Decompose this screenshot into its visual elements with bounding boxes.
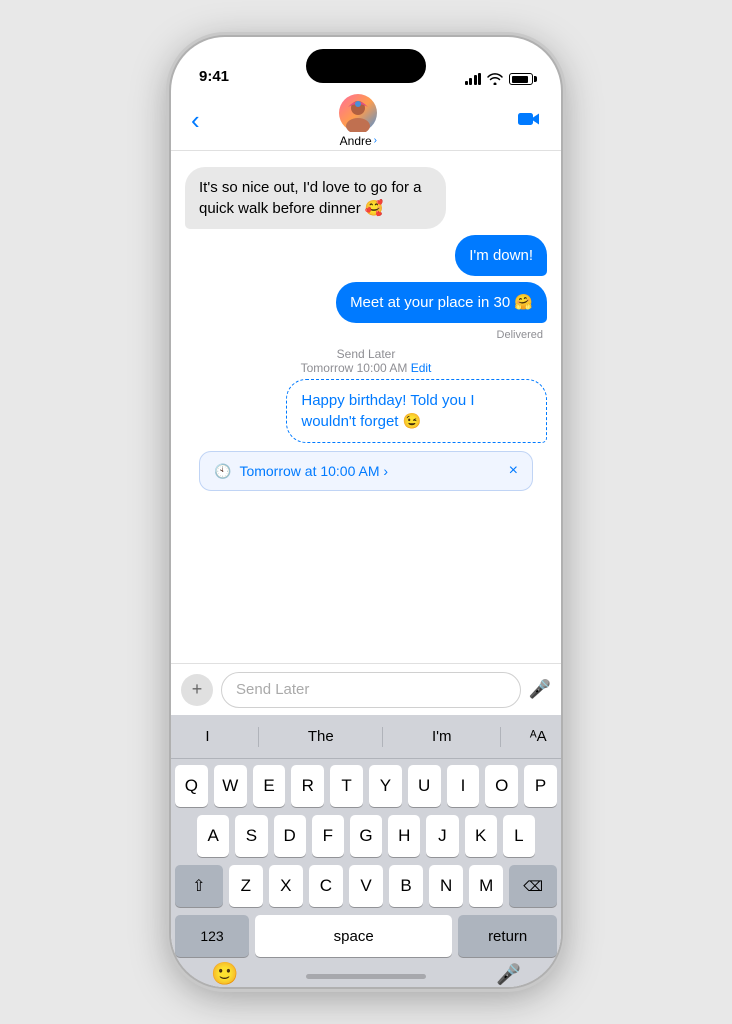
dynamic-island	[306, 49, 426, 83]
key-p[interactable]: P	[524, 765, 557, 807]
predictive-bar: I The I'm ᴬA	[171, 715, 561, 759]
bubble-sent-2: Meet at your place in 30 🤗	[336, 282, 547, 323]
battery-icon	[509, 73, 533, 85]
key-u[interactable]: U	[408, 765, 441, 807]
status-icons	[465, 73, 534, 85]
key-l[interactable]: L	[503, 815, 535, 857]
scheduled-bubble: Happy birthday! Told you I wouldn't forg…	[286, 379, 547, 443]
delete-key[interactable]: ⌫	[509, 865, 557, 907]
key-rows: Q W E R T Y U I O P A S D F G H J	[171, 759, 561, 957]
phone-frame: 9:41 ‹	[171, 37, 561, 987]
message-sent-1: I'm down!	[185, 235, 547, 276]
predictive-im[interactable]: I'm	[412, 724, 472, 749]
key-c[interactable]: C	[309, 865, 343, 907]
aa-button[interactable]: ᴬA	[530, 728, 547, 745]
space-key[interactable]: space	[255, 915, 452, 957]
key-k[interactable]: K	[465, 815, 497, 857]
emoji-key[interactable]: 🙂	[211, 961, 238, 987]
video-call-button[interactable]	[517, 108, 541, 134]
key-m[interactable]: M	[469, 865, 503, 907]
scheduled-time-label: 🕙 Tomorrow at 10:00 AM ›	[214, 463, 388, 480]
key-v[interactable]: V	[349, 865, 383, 907]
keyboard-mic-icon[interactable]: 🎤	[496, 962, 521, 987]
add-attachment-button[interactable]: +	[181, 674, 213, 706]
bubble-sent-1: I'm down!	[455, 235, 547, 276]
bubble-received-1: It's so nice out, I'd love to go for a q…	[185, 167, 446, 229]
key-q[interactable]: Q	[175, 765, 208, 807]
predictive-i[interactable]: I	[185, 724, 229, 749]
keyboard-bottom-bar: 🙂 🎤	[171, 957, 561, 987]
key-w[interactable]: W	[214, 765, 247, 807]
key-f[interactable]: F	[312, 815, 344, 857]
key-j[interactable]: J	[426, 815, 458, 857]
contact-name: Andre ›	[340, 134, 377, 148]
key-t[interactable]: T	[330, 765, 363, 807]
key-b[interactable]: B	[389, 865, 423, 907]
input-bar: + Send Later 🎤	[171, 663, 561, 715]
scheduled-message-row: Happy birthday! Told you I wouldn't forg…	[185, 379, 547, 443]
key-n[interactable]: N	[429, 865, 463, 907]
nav-bar: ‹ Andre ›	[171, 91, 561, 151]
key-a[interactable]: A	[197, 815, 229, 857]
key-x[interactable]: X	[269, 865, 303, 907]
key-r[interactable]: R	[291, 765, 324, 807]
divider3	[500, 727, 501, 747]
key-g[interactable]: G	[350, 815, 382, 857]
key-e[interactable]: E	[253, 765, 286, 807]
mic-icon[interactable]: 🎤	[529, 679, 551, 700]
num-key[interactable]: 123	[175, 915, 249, 957]
key-row-1: Q W E R T Y U I O P	[175, 765, 557, 807]
key-i[interactable]: I	[447, 765, 480, 807]
key-d[interactable]: D	[274, 815, 306, 857]
message-input[interactable]: Send Later	[221, 672, 521, 708]
shift-key[interactable]: ⇧	[175, 865, 223, 907]
predictive-the[interactable]: The	[288, 724, 354, 749]
divider2	[382, 727, 383, 747]
wifi-icon	[487, 73, 503, 85]
keyboard: I The I'm ᴬA Q W E R T Y U I O P	[171, 715, 561, 987]
close-scheduled-button[interactable]: ×	[509, 462, 518, 480]
divider	[258, 727, 259, 747]
return-key[interactable]: return	[458, 915, 557, 957]
key-row-2: A S D F G H J K L	[175, 815, 557, 857]
key-row-3: ⇧ Z X C V B N M ⌫	[175, 865, 557, 907]
message-sent-2: Meet at your place in 30 🤗	[185, 282, 547, 323]
edit-button[interactable]: Edit	[411, 361, 432, 375]
key-s[interactable]: S	[235, 815, 267, 857]
signal-icon	[465, 73, 482, 85]
send-later-info: Send Later Tomorrow 10:00 AM Edit	[185, 347, 547, 375]
back-button[interactable]: ‹	[191, 105, 200, 136]
clock-icon: 🕙	[214, 463, 231, 480]
contact-header[interactable]: Andre ›	[339, 94, 377, 148]
messages-area: It's so nice out, I'd love to go for a q…	[171, 151, 561, 667]
avatar	[339, 94, 377, 132]
key-y[interactable]: Y	[369, 765, 402, 807]
delivered-label: Delivered	[185, 329, 543, 341]
scheduled-banner[interactable]: 🕙 Tomorrow at 10:00 AM › ×	[199, 451, 533, 491]
message-received-1: It's so nice out, I'd love to go for a q…	[185, 167, 547, 229]
key-row-4: 123 space return	[175, 915, 557, 957]
status-time: 9:41	[199, 68, 229, 85]
input-placeholder: Send Later	[236, 681, 309, 698]
key-h[interactable]: H	[388, 815, 420, 857]
key-o[interactable]: O	[485, 765, 518, 807]
key-z[interactable]: Z	[229, 865, 263, 907]
home-indicator	[306, 974, 426, 979]
